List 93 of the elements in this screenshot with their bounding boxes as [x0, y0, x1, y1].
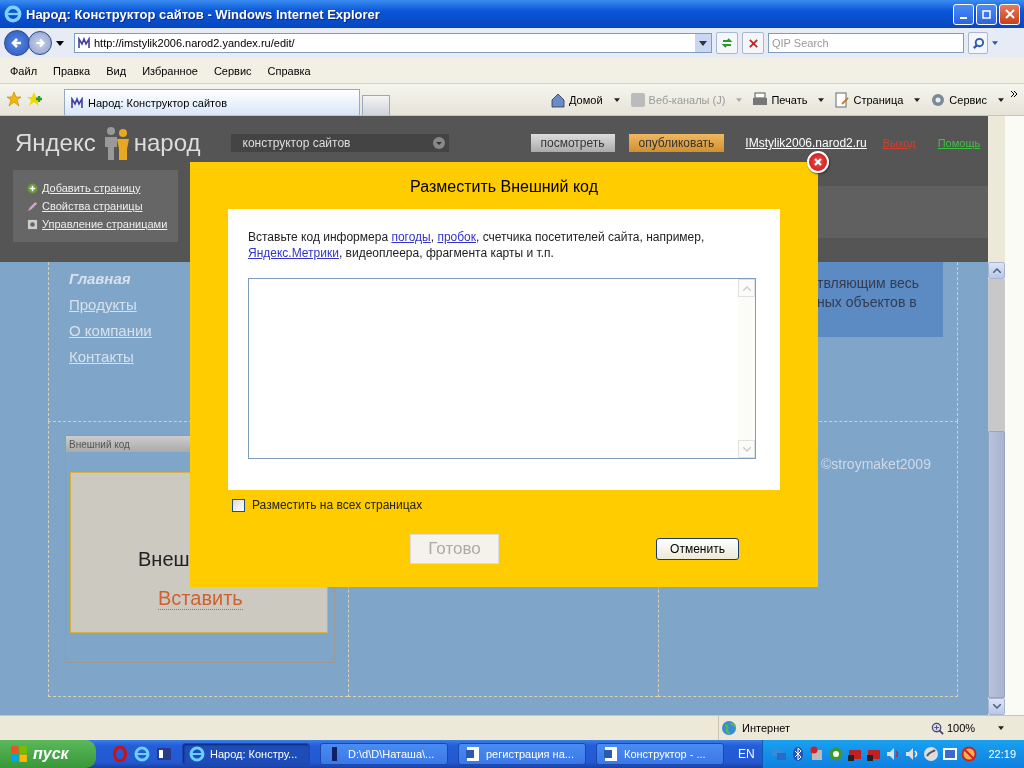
browser-icon	[189, 746, 205, 762]
maximize-icon	[981, 9, 992, 19]
browser-tab[interactable]: Народ: Конструктор сайтов	[64, 89, 360, 115]
action-link[interactable]: Управление страницами	[42, 218, 168, 230]
window-title: Народ: Конструктор сайтов - Windows Internet Explorer	[26, 6, 381, 22]
dialog-title: Разместить Внешний код	[409, 178, 599, 197]
checkbox-label[interactable]: Разместить на всех страницах	[252, 498, 423, 512]
code-input[interactable]	[248, 278, 756, 459]
logo-text: народ	[133, 129, 201, 157]
cancel-button[interactable]: Отменить	[656, 538, 739, 560]
gear-icon	[27, 218, 38, 230]
caret-icon	[998, 726, 1005, 730]
taskbar-button[interactable]: Конструктор - ...	[596, 743, 724, 765]
caret-icon	[998, 98, 1004, 102]
menu-item[interactable]: Вид	[106, 64, 127, 77]
pencil-icon	[27, 200, 38, 212]
document-icon	[465, 746, 481, 762]
command-button[interactable]: Сервис	[926, 92, 1008, 108]
preview-button[interactable]: посмотреть	[530, 134, 615, 152]
home-icon	[550, 92, 567, 108]
action-link[interactable]: Свойства страницы	[42, 200, 143, 212]
zoom-control[interactable]: 100%	[921, 721, 1005, 735]
printer-icon	[752, 92, 769, 108]
caret-icon	[613, 98, 620, 102]
record-icon[interactable]	[828, 746, 845, 762]
stop-icon	[747, 37, 759, 49]
caret-icon[interactable]	[56, 40, 64, 46]
page-icon	[834, 92, 851, 108]
caret-icon	[818, 98, 825, 102]
gear-icon	[930, 92, 947, 108]
menu-item[interactable]: Избранное	[142, 64, 198, 77]
close-button[interactable]	[999, 3, 1020, 25]
close-icon	[813, 157, 823, 167]
star-icon[interactable]	[6, 91, 22, 107]
dropdown-icon[interactable]	[695, 34, 711, 52]
search-field[interactable]: QIP Search	[768, 33, 964, 53]
document-icon	[603, 746, 619, 762]
copyright-text: ©stroymaket2009	[821, 456, 931, 472]
widget-title: Внешний код	[69, 438, 130, 450]
minimize-icon	[960, 16, 967, 19]
site-icon	[71, 96, 83, 109]
text-link[interactable]: Яндекс.Метрики	[248, 246, 339, 260]
disc-icon[interactable]	[923, 746, 940, 762]
text-link[interactable]: погоды	[391, 230, 431, 244]
menu-item[interactable]: Справка	[267, 64, 311, 77]
menu-item[interactable]: Файл	[10, 64, 38, 77]
caret-icon	[914, 98, 921, 102]
taskbar-button[interactable]: D:\d\D\Наташа\...	[320, 743, 448, 765]
language-indicator[interactable]: EN	[738, 747, 755, 761]
search-icon	[971, 36, 985, 50]
dialog-description: Вставьте код информера погоды, пробок, счетчика посетителей сайта, например, Яндекс.Метрики, видеоплеера, фрагмента карты и т.п.	[248, 229, 706, 261]
browser-icon[interactable]	[134, 746, 150, 762]
feed-icon	[629, 92, 646, 108]
globe-icon	[721, 720, 737, 736]
mode-select[interactable]: конструктор сайтов	[230, 134, 449, 152]
refresh-button[interactable]	[716, 32, 738, 54]
stop-button[interactable]	[742, 32, 764, 54]
search-button[interactable]	[968, 32, 988, 54]
close-icon	[1004, 9, 1015, 19]
plus-icon	[27, 182, 38, 194]
monitor-icon[interactable]	[942, 746, 959, 762]
text-line: твляющим весь	[817, 274, 920, 293]
refresh-icon	[720, 36, 734, 50]
zoom-icon	[931, 721, 944, 735]
command-button[interactable]: Печать	[748, 92, 829, 108]
taskbar-button[interactable]: регистрация на...	[458, 743, 586, 765]
dropdown-icon	[432, 137, 445, 149]
logo-text: Яндекс	[15, 129, 96, 157]
forward-button[interactable]	[28, 31, 52, 55]
windows-logo-icon	[10, 745, 28, 763]
site-icon	[78, 37, 90, 49]
desktop-icon[interactable]	[156, 746, 172, 762]
back-button[interactable]	[4, 30, 30, 56]
maximize-button[interactable]	[976, 3, 997, 25]
menu-item[interactable]: Правка	[53, 64, 91, 77]
checkbox[interactable]	[232, 498, 245, 512]
menu-item[interactable]: Сервис	[213, 64, 252, 77]
command-button[interactable]: Страница	[830, 92, 925, 108]
text-line: ных объектов в	[817, 293, 918, 312]
action-link[interactable]: Добавить страницу	[42, 182, 141, 194]
blocked-icon[interactable]	[961, 746, 978, 762]
taskbar-button[interactable]: Народ: Констру...	[182, 743, 310, 765]
command-button[interactable]: Домой	[546, 92, 624, 108]
scrollbar[interactable]	[988, 262, 1005, 715]
publish-button[interactable]: опубликовать	[628, 134, 725, 152]
site-link[interactable]: IMstylik2006.narod2.ru	[745, 136, 867, 150]
browser-icon	[4, 5, 22, 23]
minimize-button[interactable]	[953, 3, 974, 25]
caret-icon	[736, 98, 743, 102]
widget-heading: Внеш	[138, 547, 191, 571]
add-favorite-icon[interactable]	[26, 91, 42, 107]
clock: 22:19	[988, 748, 1016, 760]
address-field[interactable]: http://imstylik2006.narod2.yandex.ru/edit/	[74, 33, 712, 53]
